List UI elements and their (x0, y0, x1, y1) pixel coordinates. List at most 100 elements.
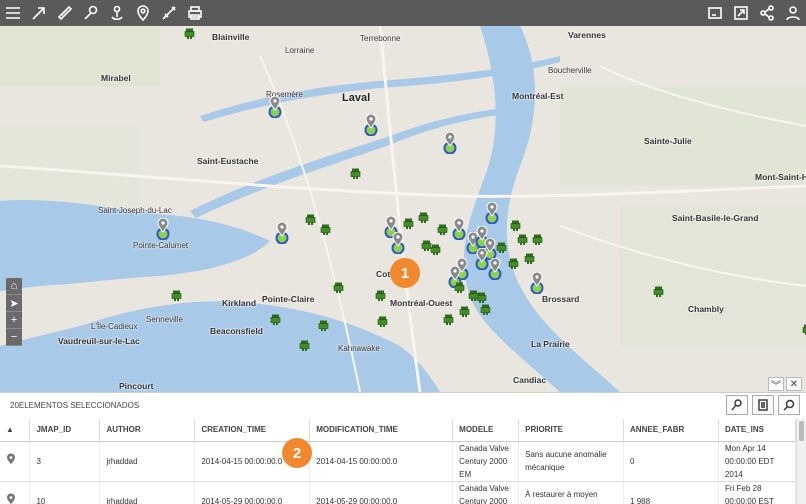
ruler-icon[interactable] (52, 0, 78, 26)
hydrant-marker[interactable] (508, 256, 519, 269)
column-header[interactable]: DATE_INS (718, 419, 797, 442)
selected-pin-marker[interactable] (268, 95, 282, 119)
hydrant-marker[interactable] (459, 304, 470, 317)
hydrant-marker[interactable] (443, 312, 454, 325)
hydrant-marker[interactable] (517, 232, 528, 245)
selected-pin-marker[interactable] (485, 201, 499, 225)
column-header[interactable]: ANNEE_FABR (623, 419, 719, 442)
map-label: Terrebonne (360, 34, 401, 43)
selected-pin-marker[interactable] (275, 221, 289, 245)
map-navigation-controls: ⌂ ➤ + − (6, 278, 22, 346)
hydrant-marker[interactable] (480, 302, 491, 315)
table-row[interactable]: 10 jrhaddad 2014-05-29 00:00:00.0 2014-05-2… (0, 481, 797, 504)
map-label: Mirabel (101, 73, 131, 83)
hydrant-marker[interactable] (403, 216, 414, 229)
selected-pin-marker[interactable] (156, 217, 170, 241)
table-cell-modele: Canada Valve Century 2000 EM (452, 441, 520, 482)
hydrant-marker[interactable] (171, 288, 182, 301)
hydrant-marker[interactable] (184, 26, 195, 39)
table-row[interactable]: 3 jrhaddad 2014-04-15 00:00:00.0 2014-04-15… (0, 441, 797, 482)
hydrant-marker[interactable] (318, 318, 329, 331)
row-location-icon[interactable] (0, 481, 31, 504)
hydrant-marker[interactable] (430, 242, 441, 255)
table-cell-creation: 2014-05-29 00:00:00.0 (194, 481, 311, 504)
table-cell-annee: 1 988 (623, 481, 719, 504)
pan-icon[interactable]: ➤ (6, 295, 22, 312)
selected-pin-marker[interactable] (443, 131, 457, 155)
hydrant-marker[interactable] (375, 288, 386, 301)
hydrant-marker[interactable] (454, 280, 465, 293)
hydrant-marker[interactable] (350, 166, 361, 179)
selection-table: ▲ JMAP_ID AUTHOR CREATION_TIME MODIFICATION_… (0, 419, 797, 504)
selected-pin-marker[interactable] (364, 113, 378, 137)
map-label: Mont-Saint-Hilaire (755, 172, 806, 182)
print-icon[interactable] (182, 0, 208, 26)
hydrant-marker[interactable] (305, 212, 316, 225)
map-label: Montréal-Ouest (390, 298, 453, 308)
hydrant-marker[interactable] (532, 232, 543, 245)
close-icon[interactable]: ✕ (786, 377, 802, 391)
hydrant-marker[interactable] (299, 338, 310, 351)
column-header[interactable]: JMAP_ID (29, 419, 101, 442)
selected-pin-marker[interactable] (530, 271, 544, 295)
map-label: Beaconsfield (210, 326, 263, 336)
table-cell-date: Mon Apr 14 00:00:00 EDT 2014 (718, 441, 797, 482)
table-scrollbar[interactable] (796, 419, 806, 504)
top-toolbar (0, 0, 806, 26)
scroll-thumb[interactable] (799, 421, 804, 441)
hydrant-marker[interactable] (496, 240, 507, 253)
pin-tool-icon[interactable] (78, 0, 104, 26)
zoom-to-icon[interactable] (726, 395, 748, 415)
map-label: Kahnawake (338, 344, 380, 353)
hydrant-marker[interactable] (320, 222, 331, 235)
selected-pin-marker[interactable] (452, 217, 466, 241)
export-icon[interactable] (752, 395, 774, 415)
share-icon[interactable] (754, 0, 780, 26)
row-location-icon[interactable] (0, 441, 31, 482)
hydrant-marker[interactable] (333, 280, 344, 293)
selected-pin-marker[interactable] (475, 247, 489, 271)
selected-pin-marker[interactable] (488, 257, 502, 281)
hydrant-marker[interactable] (524, 251, 535, 264)
zoom-in-icon[interactable]: + (6, 312, 22, 329)
search-icon[interactable] (778, 395, 800, 415)
hydrant-marker[interactable] (270, 312, 281, 325)
fullscreen-icon[interactable] (728, 0, 754, 26)
map-label: Laval (342, 92, 371, 104)
hydrant-marker[interactable] (653, 284, 664, 297)
hydrant-marker[interactable] (377, 314, 388, 327)
selected-pin-marker[interactable] (391, 231, 405, 255)
column-header[interactable]: AUTHOR (99, 419, 196, 442)
selection-panel: ︾ ✕ 20ELEMENTOS SELECCIONADOS ▲ JMAP_ID AU… (0, 377, 806, 504)
hydrant-marker[interactable] (437, 222, 448, 235)
user-icon[interactable] (780, 0, 806, 26)
map-label: Pointe-Calumet (133, 241, 189, 250)
home-icon[interactable]: ⌂ (6, 278, 22, 295)
chevron-down-icon[interactable]: ︾ (768, 377, 784, 392)
hydrant-marker[interactable] (468, 288, 479, 301)
column-header[interactable]: ▲ (0, 419, 31, 442)
map-label: Lorraine (285, 46, 315, 55)
arrow-icon[interactable] (26, 0, 52, 26)
table-cell-id: 10 (29, 481, 101, 504)
hydrant-marker[interactable] (802, 322, 806, 335)
measure-icon[interactable] (156, 0, 182, 26)
menu-icon[interactable] (0, 0, 26, 26)
table-cell-id: 3 (29, 441, 101, 482)
zoom-out-icon[interactable]: − (6, 329, 22, 346)
location-icon[interactable] (130, 0, 156, 26)
table-header: ▲ JMAP_ID AUTHOR CREATION_TIME MODIFICATION_… (0, 419, 797, 442)
hydrant-marker[interactable] (418, 210, 429, 223)
column-header[interactable]: MODELE (452, 419, 520, 442)
window-icon[interactable] (702, 0, 728, 26)
map-label: Saint-Joseph-du-Lac (98, 206, 172, 215)
hydrant-marker[interactable] (510, 218, 521, 231)
table-cell-priorite: À restaurer à moyen terme (518, 481, 625, 504)
column-header[interactable]: MODIFICATION_TIME (309, 419, 454, 442)
anchor-icon[interactable] (104, 0, 130, 26)
map-label: Montréal-Est (512, 91, 564, 101)
column-header[interactable]: PRIORITE (518, 419, 625, 442)
map-view[interactable]: Blainville Lorraine Terrebonne Varennes Mira… (0, 26, 806, 392)
table-cell-annee: 0 (623, 441, 719, 482)
table-cell-modification: 2014-05-29 00:00:00.0 (309, 481, 454, 504)
